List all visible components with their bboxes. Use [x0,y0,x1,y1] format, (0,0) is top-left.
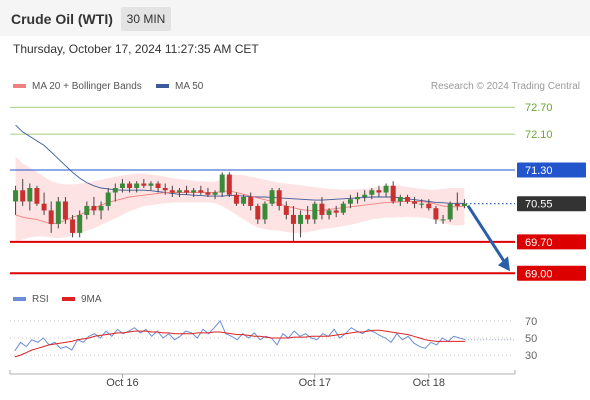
candle-body [305,214,311,220]
candle-body [155,183,161,188]
candle-body [454,203,460,206]
candle-body [419,203,425,205]
candle-body [355,196,361,200]
candle-body [70,219,76,233]
candle-body [390,185,396,202]
candle-body [212,192,218,195]
candle-body [369,190,375,195]
candle-body [298,214,304,224]
candle-body [162,188,168,191]
rsi-level-label-2: 30 [525,350,537,362]
candle-body [91,205,97,211]
candle-body [191,190,197,193]
level-label-1: 72.10 [525,129,553,141]
candle-body [347,199,353,204]
projection-arrow-shaft [466,204,508,266]
candle-body [376,190,382,193]
candle-body [112,188,118,193]
candle-body [98,205,104,211]
level-label-3: 70.55 [525,199,553,211]
candle-body [248,196,254,206]
candle-body [312,203,318,220]
candle-body [119,183,125,188]
rsi-line [14,319,466,352]
level-label-5: 69.00 [525,268,553,280]
candle-body [340,203,346,213]
candle-body [48,210,54,224]
candle-body [255,205,261,220]
candle-body [205,192,211,195]
candle-body [226,174,232,195]
level-label-0: 72.70 [525,102,553,114]
candle-body [134,183,140,188]
x-tick-label-1: Oct 17 [299,377,331,389]
candle-body [13,190,19,202]
time-axis: Oct 16 Oct 17 Oct 18 [9,370,516,389]
candle-body [269,190,275,204]
candle-body [55,201,61,224]
candle-body [276,190,282,206]
candle-body [148,183,154,186]
x-tick-label-0: Oct 16 [106,377,138,389]
candle-body [169,190,175,193]
candle-body [141,183,147,186]
candle-body [397,196,403,202]
price-pane: 72.70 72.10 71.30 70.55 69.70 69.00 [10,102,586,281]
candle-body [404,196,410,202]
candle-body [62,201,68,220]
candle-body [262,203,268,220]
rsi-level-label-1: 50 [525,333,537,345]
candle-body [20,190,26,202]
price-chart: 72.70 72.10 71.30 70.55 69.70 69.00 70 50 30 Oc… [9,102,586,389]
candle-body [219,174,225,193]
candle-body [326,210,332,215]
candle-body [333,210,339,213]
candle-body [176,190,182,193]
candle-body [290,214,296,224]
candle-body [362,194,368,197]
candle-body [233,194,239,204]
candle-body [127,183,133,188]
candle-body [433,208,439,220]
candle-body [412,201,418,204]
candle-body [41,203,47,211]
candle-body [426,203,432,209]
candle-body [198,190,204,193]
candle-body [84,205,90,215]
candle-body [461,203,467,206]
candle-body [184,190,190,193]
candle-body [241,196,247,204]
candle-body [34,188,40,204]
candle-body [447,203,453,220]
candle-body [283,205,289,215]
candle-body [440,219,446,221]
candle-body [105,192,111,206]
candle-body [319,203,325,215]
rsi-level-label-0: 70 [525,316,537,328]
x-tick-label-2: Oct 18 [413,377,445,389]
bollinger-band [15,156,465,242]
candle-body [383,185,389,193]
candle-body [27,188,33,202]
level-label-2: 71.30 [525,165,553,177]
candle-body [77,214,83,233]
level-label-4: 69.70 [525,237,553,249]
rsi-pane: 70 50 30 [10,316,537,362]
